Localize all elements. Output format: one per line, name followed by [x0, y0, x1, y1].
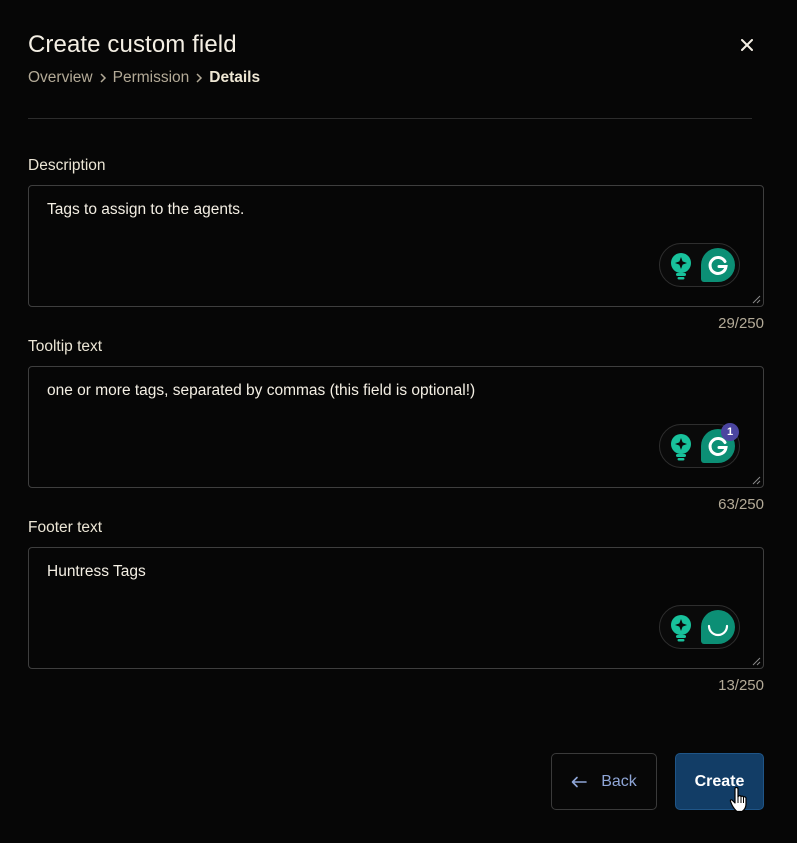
description-textarea[interactable]: Tags to assign to the agents.	[28, 185, 764, 307]
footer-text-value: Huntress Tags	[47, 563, 146, 580]
breadcrumb-details: Details	[209, 69, 261, 86]
dialog-title: Create custom field	[28, 31, 237, 58]
description-value: Tags to assign to the agents.	[47, 201, 245, 218]
description-counter: 29/250	[718, 315, 764, 332]
grammarly-g-button[interactable]	[701, 248, 735, 282]
back-button[interactable]: Back	[551, 753, 657, 810]
create-button-label: Create	[694, 772, 745, 790]
lightbulb-sparkle-icon	[671, 253, 691, 280]
footer-text-textarea[interactable]: Huntress Tags	[28, 547, 764, 669]
lightbulb-sparkle-icon	[671, 615, 691, 642]
tooltip-text-label: Tooltip text	[28, 338, 103, 355]
footer-text-label: Footer text	[28, 519, 103, 536]
close-button[interactable]	[736, 34, 758, 56]
description-label: Description	[28, 157, 106, 174]
arrow-left-icon	[571, 776, 588, 787]
grammarly-g-icon	[708, 256, 728, 275]
grammarly-smile-button[interactable]	[701, 610, 735, 644]
resize-handle-icon[interactable]	[752, 295, 761, 304]
grammarly-suggestion-badge: 1	[721, 423, 739, 441]
close-icon	[741, 39, 753, 51]
grammarly-widget[interactable]: 1	[659, 423, 740, 468]
tooltip-text-textarea[interactable]: one or more tags, separated by commas (t…	[28, 366, 764, 488]
lightbulb-sparkle-icon	[671, 434, 691, 461]
tooltip-text-value: one or more tags, separated by commas (t…	[47, 382, 476, 399]
grammarly-widget[interactable]	[659, 605, 740, 649]
grammarly-g-button[interactable]: 1	[701, 423, 739, 463]
footer-text-counter: 13/250	[718, 677, 764, 694]
grammarly-widget[interactable]	[659, 243, 740, 287]
chevron-right-icon	[98, 72, 108, 84]
breadcrumb-overview[interactable]: Overview	[28, 69, 93, 87]
breadcrumb-permission[interactable]: Permission	[113, 69, 190, 87]
breadcrumb: Overview Permission Details	[28, 69, 260, 87]
tooltip-text-counter: 63/250	[718, 496, 764, 513]
create-button[interactable]: Create	[675, 753, 764, 810]
chevron-right-icon	[194, 72, 204, 84]
grammarly-smile-icon	[707, 624, 729, 637]
header-divider	[28, 118, 752, 119]
back-button-label: Back	[601, 772, 637, 790]
resize-handle-icon[interactable]	[752, 657, 761, 666]
resize-handle-icon[interactable]	[752, 476, 761, 485]
